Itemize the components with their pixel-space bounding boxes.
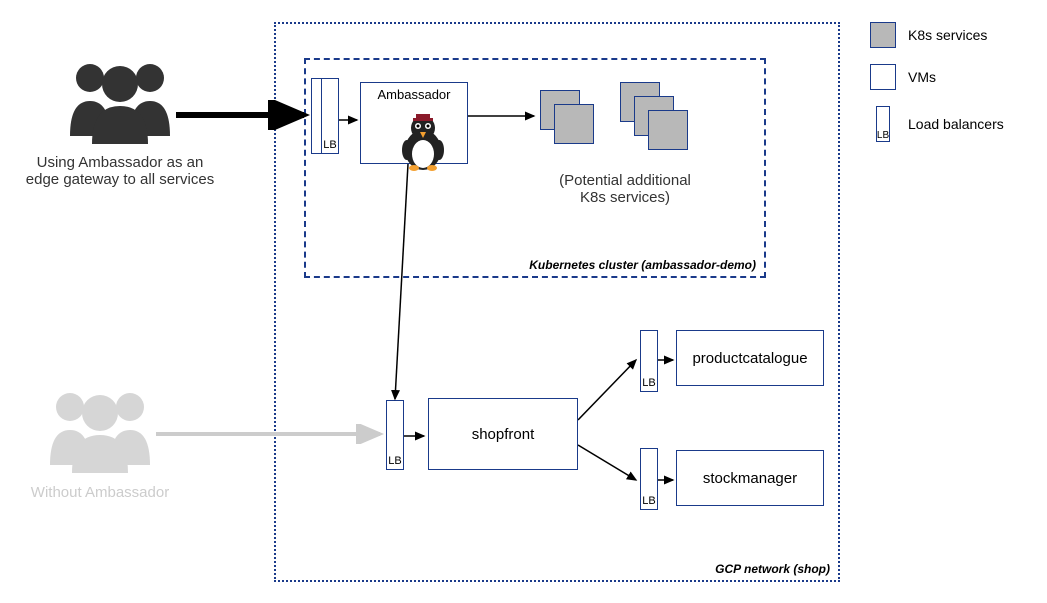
users-without-label: Without Ambassador xyxy=(20,484,180,501)
k8s-cluster-label: Kubernetes cluster (ambassador-demo) xyxy=(529,258,756,272)
legend-lb-swatch: LB xyxy=(876,106,890,142)
arrow-lb-to-pc xyxy=(658,350,682,370)
lb-label: LB xyxy=(388,455,401,467)
stockmanager-box: stockmanager xyxy=(676,450,824,506)
lb-ambassador-2: LB xyxy=(321,78,339,154)
ambassador-label: Ambassador xyxy=(378,87,451,102)
legend-lb-text: Load balancers xyxy=(908,116,1004,132)
stockmanager-label: stockmanager xyxy=(703,470,797,487)
arrow-ambassador-to-services xyxy=(468,106,548,126)
legend-k8s-text: K8s services xyxy=(908,27,987,43)
lb-label: LB xyxy=(323,139,336,151)
productcatalogue-label: productcatalogue xyxy=(692,350,807,367)
arrow-gray-users-to-lb xyxy=(156,424,392,444)
potential-services-label: (Potential additional K8s services) xyxy=(530,172,720,206)
arrow-lb-to-sm xyxy=(658,470,682,490)
k8s-service-box xyxy=(648,110,688,150)
arrow-shopfront-to-sm xyxy=(578,440,648,500)
arrow-ambassador-to-shopfront xyxy=(390,164,430,414)
users-icon-dark xyxy=(60,56,180,146)
gcp-network-label: GCP network (shop) xyxy=(715,562,830,576)
shopfront-label: shopfront xyxy=(472,426,535,443)
legend-vm-text: VMs xyxy=(908,69,936,85)
arrow-lb-to-shopfront xyxy=(404,426,432,446)
diagram-canvas: Using Ambassador as an edge gateway to a… xyxy=(0,0,1047,603)
lb-label: LB xyxy=(877,130,889,141)
users-icon-gray xyxy=(40,385,160,475)
users-with-label: Using Ambassador as an edge gateway to a… xyxy=(20,154,220,188)
arrow-shopfront-to-pc xyxy=(578,350,648,430)
productcatalogue-box: productcatalogue xyxy=(676,330,824,386)
arrow-users-to-lb xyxy=(176,100,316,130)
legend-k8s-swatch xyxy=(870,22,896,48)
legend-vm-swatch xyxy=(870,64,896,90)
shopfront-box: shopfront xyxy=(428,398,578,470)
penguin-icon xyxy=(398,112,448,172)
arrow-lb-to-ambassador xyxy=(339,110,367,130)
k8s-service-box xyxy=(554,104,594,144)
